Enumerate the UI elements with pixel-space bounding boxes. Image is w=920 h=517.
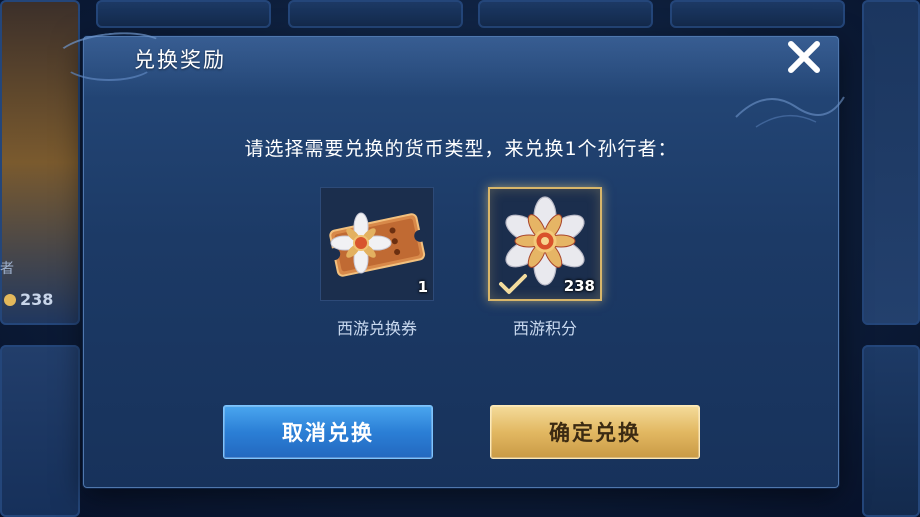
background-coin-value: 238 — [20, 290, 54, 309]
ticket-icon — [328, 212, 427, 277]
background-hero-card — [862, 345, 920, 517]
cancel-exchange-button[interactable]: 取消兑换 — [223, 405, 433, 459]
coin-icon — [4, 294, 16, 306]
background-tile — [478, 0, 653, 28]
item-count: 238 — [563, 277, 595, 295]
background-hero-card — [0, 345, 80, 517]
background-tile — [670, 0, 845, 28]
background-card-label: 者 — [0, 261, 14, 277]
exchange-dialog: 兑换奖励 请选择需要兑换的货币类型，来兑换1个孙行者： 1 西游兑换券 238 … — [52, 27, 845, 488]
item-frame: 1 — [320, 187, 434, 301]
background-coin-count: 238 — [4, 290, 53, 309]
item-count: 1 — [417, 278, 428, 296]
close-icon — [788, 41, 820, 73]
checkmark-icon — [499, 274, 527, 294]
item-frame-selected: 238 — [488, 187, 602, 301]
background-hero-card — [862, 0, 920, 325]
close-button[interactable] — [784, 37, 824, 81]
dialog-title: 兑换奖励 — [134, 48, 226, 72]
corner-ornament — [735, 96, 845, 128]
currency-option-ticket[interactable]: 1 西游兑换券 — [320, 187, 434, 339]
item-label: 西游积分 — [512, 319, 577, 338]
background-tile — [288, 0, 463, 28]
exchange-prompt: 请选择需要兑换的货币类型，来兑换1个孙行者： — [244, 138, 678, 160]
item-label: 西游兑换券 — [336, 319, 417, 338]
confirm-exchange-button[interactable]: 确定兑换 — [490, 405, 700, 459]
currency-option-points[interactable]: 238 西游积分 — [488, 187, 602, 339]
